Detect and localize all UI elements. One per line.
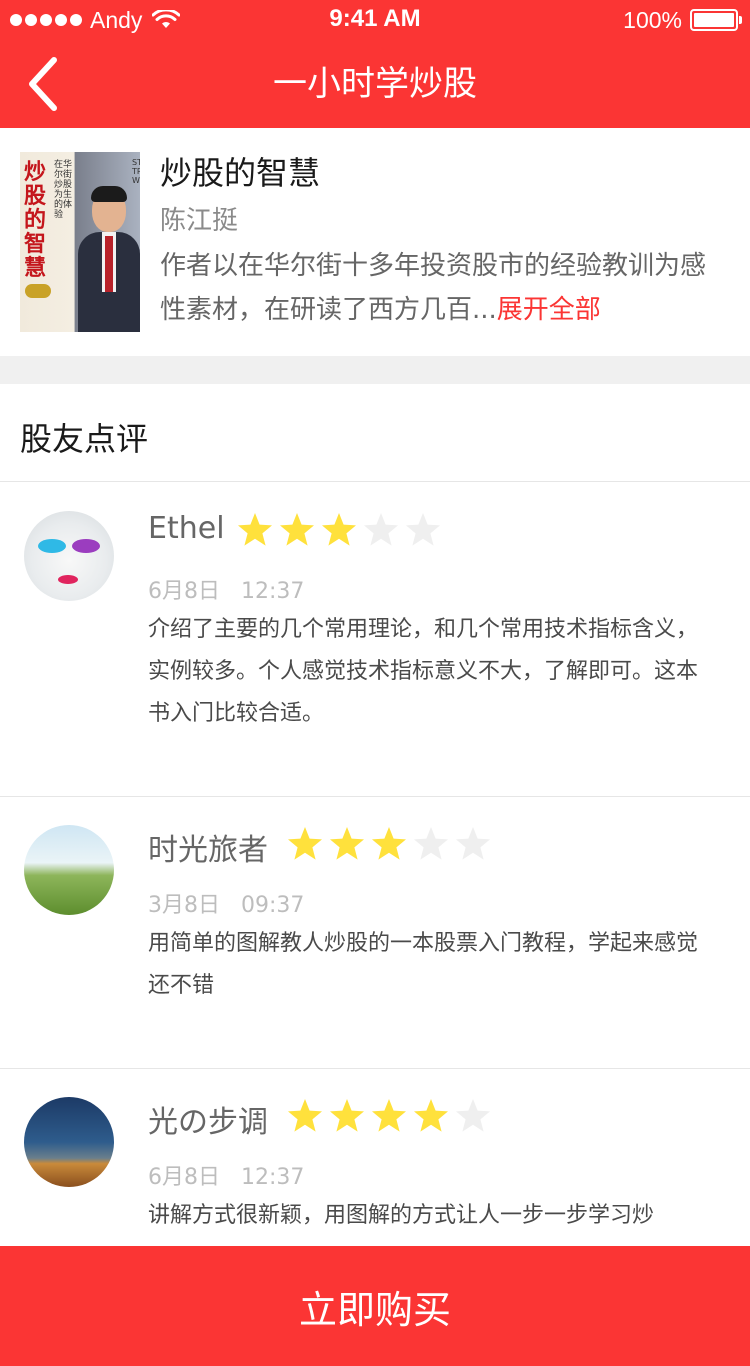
book-info: 炒股的智慧 在华尔街炒股为生的体验 STOCK TRADING WISDOM 炒…: [0, 128, 750, 356]
avatar[interactable]: [24, 511, 114, 601]
star-rating: [236, 511, 442, 551]
star-filled-icon: [322, 513, 356, 546]
book-description-text: 作者以在华尔街十多年投资股市的经验教训为感性素材，在研读了西方几百...: [160, 251, 707, 325]
app-screen: Andy 9:41 AM 100% 一小时学炒股 炒股的智慧 在华尔街炒股为生的…: [0, 0, 750, 1366]
star-empty-icon: [456, 1099, 490, 1132]
star-filled-icon: [372, 827, 406, 860]
star-filled-icon: [330, 1099, 364, 1132]
status-right: 100%: [623, 6, 742, 34]
book-author: 陈江挺: [160, 206, 239, 236]
battery-percent: 100%: [623, 6, 682, 33]
star-empty-icon: [414, 827, 448, 860]
reviewer-name: 光の步调: [148, 1105, 268, 1140]
reviewer-name: Ethel: [148, 511, 225, 546]
star-filled-icon: [372, 1099, 406, 1132]
star-filled-icon: [288, 1099, 322, 1132]
reviews-section-title: 股友点评: [20, 420, 149, 458]
review-text: 用简单的图解教人炒股的一本股票入门教程，学起来感觉还不错: [148, 931, 699, 998]
cover-english-title: STOCK TRADING WISDOM: [132, 158, 140, 185]
chevron-left-icon: [29, 57, 57, 111]
star-filled-icon: [280, 513, 314, 546]
review-text: 介绍了主要的几个常用理论，和几个常用技术指标含义，实例较多。个人感觉技术指标意义…: [148, 617, 699, 726]
book-title: 炒股的智慧: [160, 154, 321, 192]
expand-all-link[interactable]: 展开全部: [497, 295, 601, 325]
review-date-day: 6月8日: [148, 1165, 220, 1190]
review-date-time: 09:37: [241, 893, 305, 918]
cover-author-photo: [78, 186, 140, 332]
review-date-time: 12:37: [241, 579, 305, 604]
book-cover-image[interactable]: 炒股的智慧 在华尔街炒股为生的体验 STOCK TRADING WISDOM: [20, 152, 140, 332]
star-empty-icon: [456, 827, 490, 860]
nav-bar: 一小时学炒股: [0, 40, 750, 128]
page-title: 一小时学炒股: [273, 64, 477, 104]
back-button[interactable]: [14, 54, 74, 114]
avatar[interactable]: [24, 1097, 114, 1187]
star-filled-icon: [414, 1099, 448, 1132]
book-description: 作者以在华尔街十多年投资股市的经验教训为感性素材，在研读了西方几百...展开全部: [160, 244, 720, 332]
section-divider: [0, 356, 750, 384]
reviewer-name: 时光旅者: [148, 833, 268, 868]
cover-badge: [25, 284, 51, 298]
review-text: 讲解方式很新颖，用图解的方式让人一步一步学习炒: [148, 1203, 655, 1228]
review-date: 6月8日 12:37: [148, 1159, 304, 1191]
star-empty-icon: [406, 513, 440, 546]
battery-icon: [690, 9, 742, 31]
star-filled-icon: [330, 827, 364, 860]
avatar[interactable]: [24, 825, 114, 915]
review-date-time: 12:37: [241, 1165, 305, 1190]
buy-now-button[interactable]: 立即购买: [0, 1246, 750, 1366]
star-rating: [286, 1097, 492, 1137]
review-date: 3月8日 09:37: [148, 887, 304, 919]
star-empty-icon: [364, 513, 398, 546]
cover-subtitle: 在华尔街炒股为生的体验: [54, 160, 73, 220]
review-date: 6月8日 12:37: [148, 573, 304, 605]
review-item: Ethel 6月8日 12:37 介绍了主要的几个常用理论，和几个常用技术指标含…: [0, 483, 750, 797]
star-filled-icon: [238, 513, 272, 546]
cover-title: 炒股的智慧: [24, 159, 47, 281]
review-item: 时光旅者 3月8日 09:37 用简单的图解教人炒股的一本股票入门教程，学起来感…: [0, 797, 750, 1069]
review-date-day: 3月8日: [148, 893, 220, 918]
status-bar: Andy 9:41 AM 100%: [0, 0, 750, 40]
star-filled-icon: [288, 827, 322, 860]
star-rating: [286, 825, 492, 865]
reviews-header: 股友点评: [0, 384, 750, 482]
review-date-day: 6月8日: [148, 579, 220, 604]
